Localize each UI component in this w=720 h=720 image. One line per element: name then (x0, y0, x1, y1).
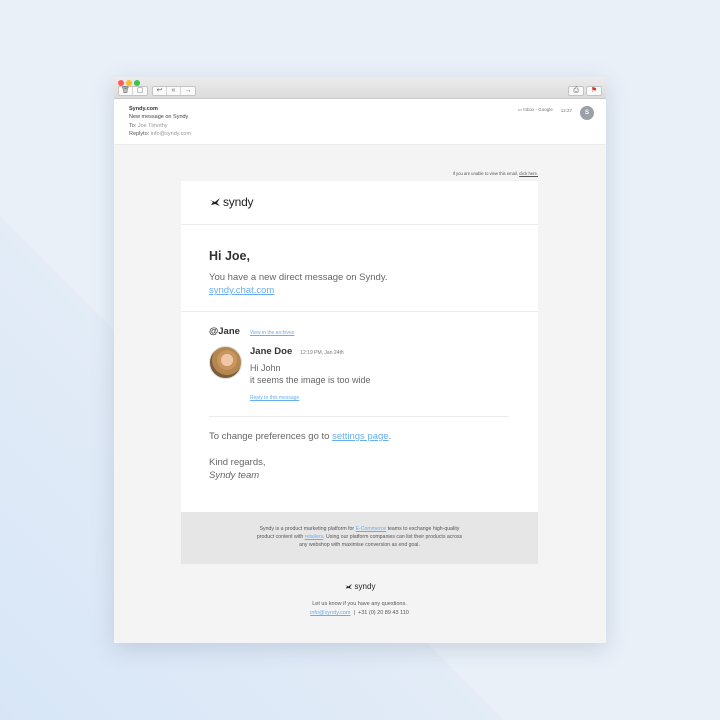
preferences-text: To change preferences go to settings pag… (209, 431, 510, 442)
view-online-text: If you are unable to view this email, (452, 171, 520, 176)
message-meta: Jane Doe 12:19 PM, Jan 24th (250, 346, 371, 357)
email-card: syndy Hi Joe, You have a new direct mess… (181, 181, 538, 564)
received-time: 12:27 (560, 107, 572, 113)
to-label: To: (129, 123, 137, 129)
inbox-icon: ▭ (517, 107, 522, 112)
message-sender: Jane Doe (250, 346, 293, 357)
description-line: any webshop with maximise conversion as … (299, 542, 420, 548)
recipient-line: To: Joe Timothy (129, 123, 168, 129)
description-text: teams to exchange high-quality (386, 526, 460, 532)
print-button-group: ⎙ (568, 86, 584, 96)
delete-button-group: 🗑 ▢ (118, 86, 148, 96)
email-content: Hi Joe, You have a new direct message on… (181, 225, 538, 482)
description-line: Syndy is a product marketing platform fo… (181, 525, 538, 533)
signature: Kind regards, Syndy team (209, 456, 510, 482)
email-footer: syndy Let us know if you have any questi… (181, 577, 538, 618)
contact-line: info@syndy.com | +31 (0) 20 89 43 110 (181, 609, 538, 618)
email-meta: ▭ Inbox - Google 12:27 (518, 107, 572, 113)
syndy-logo: syndy (209, 195, 254, 209)
message-time: 12:19 PM, Jan 24th (300, 350, 344, 356)
replyto-line: Replyto: info@syndy.com (129, 131, 191, 137)
message-line: it seems the image is too wide (250, 375, 371, 385)
email-header: Syndy.com New message on Syndy To: Joe T… (114, 99, 606, 145)
divider (181, 311, 538, 312)
intro-text: You have a new direct message on Syndy. … (209, 271, 510, 297)
settings-link[interactable]: settings page (332, 431, 389, 442)
flag-icon[interactable]: ⚑ (587, 87, 601, 95)
description-text: . Using our platform companies can list … (323, 534, 463, 540)
questions-text: Let us know if you have any questions. (312, 601, 407, 607)
view-online-notice: If you are unable to view this email, cl… (453, 171, 538, 176)
message-content: Jane Doe 12:19 PM, Jan 24th Hi John it s… (250, 346, 371, 404)
contact-email-link[interactable]: info@syndy.com (310, 610, 350, 616)
retailers-link[interactable]: retailers (305, 534, 323, 540)
team-name: Syndy team (209, 470, 260, 481)
ecommerce-link[interactable]: E-Commerce (356, 526, 387, 532)
mailbox-name: Inbox - Google (523, 107, 553, 112)
syndy-bird-icon (210, 198, 220, 206)
forward-icon[interactable]: → (181, 87, 195, 95)
intro-line: You have a new direct message on Syndy. (209, 272, 388, 283)
mail-window: 🗑 ▢ ↩ « → ⎙ ⚑ Syndy.com New message on S… (114, 77, 606, 643)
trash-icon[interactable]: 🗑 (119, 87, 133, 95)
reply-button-group: ↩ « → (152, 86, 196, 96)
flag-button-group: ⚑ (586, 86, 602, 96)
greeting: Hi Joe, (209, 249, 250, 263)
syndy-bird-icon (344, 583, 352, 590)
to-value: Joe Timothy (137, 123, 168, 129)
reply-link[interactable]: Reply to this message (250, 395, 299, 401)
thread-handle: @Jane (209, 326, 240, 337)
preferences-label: To change preferences go to (209, 431, 333, 442)
replyto-label: Replyto: (129, 131, 150, 137)
reply-all-icon[interactable]: « (167, 87, 181, 95)
description-line: product content with retailers. Using ou… (181, 533, 538, 541)
footer-logo: syndy (344, 582, 376, 591)
contact-info: Let us know if you have any questions. i… (181, 600, 538, 618)
brand-name: syndy (223, 195, 254, 209)
print-icon[interactable]: ⎙ (569, 87, 583, 95)
preferences-end: . (388, 431, 392, 442)
company-description: Syndy is a product marketing platform fo… (181, 512, 538, 564)
contact-phone: +31 (0) 20 89 43 110 (358, 610, 409, 616)
contact-separator: | (353, 610, 355, 616)
archive-link[interactable]: View in the archives (250, 330, 294, 336)
sender-avatar (209, 346, 242, 379)
divider (209, 416, 509, 417)
chat-link[interactable]: syndy.chat.com (209, 285, 274, 296)
reply-icon[interactable]: ↩ (153, 87, 167, 95)
view-online-link[interactable]: click here. (519, 171, 538, 176)
thread-header: @Jane View in the archives (209, 326, 510, 337)
sender-address: Syndy.com (129, 106, 158, 112)
replyto-value: info@syndy.com (150, 131, 192, 137)
mailbox-label: ▭ Inbox - Google (518, 107, 553, 113)
message-line: Hi John (250, 363, 281, 373)
window-toolbar: 🗑 ▢ ↩ « → ⎙ ⚑ (114, 77, 606, 99)
chat-message: Jane Doe 12:19 PM, Jan 24th Hi John it s… (209, 346, 510, 404)
archive-icon[interactable]: ▢ (133, 87, 147, 95)
regards-line: Kind regards, (209, 457, 266, 468)
avatar[interactable]: S (580, 106, 594, 120)
description-text: Syndy is a product marketing platform fo… (259, 526, 356, 532)
footer-brand-name: syndy (354, 582, 376, 591)
email-subject: New message on Syndy (129, 114, 189, 120)
email-brand-header: syndy (181, 181, 538, 225)
description-text: product content with (256, 534, 305, 540)
